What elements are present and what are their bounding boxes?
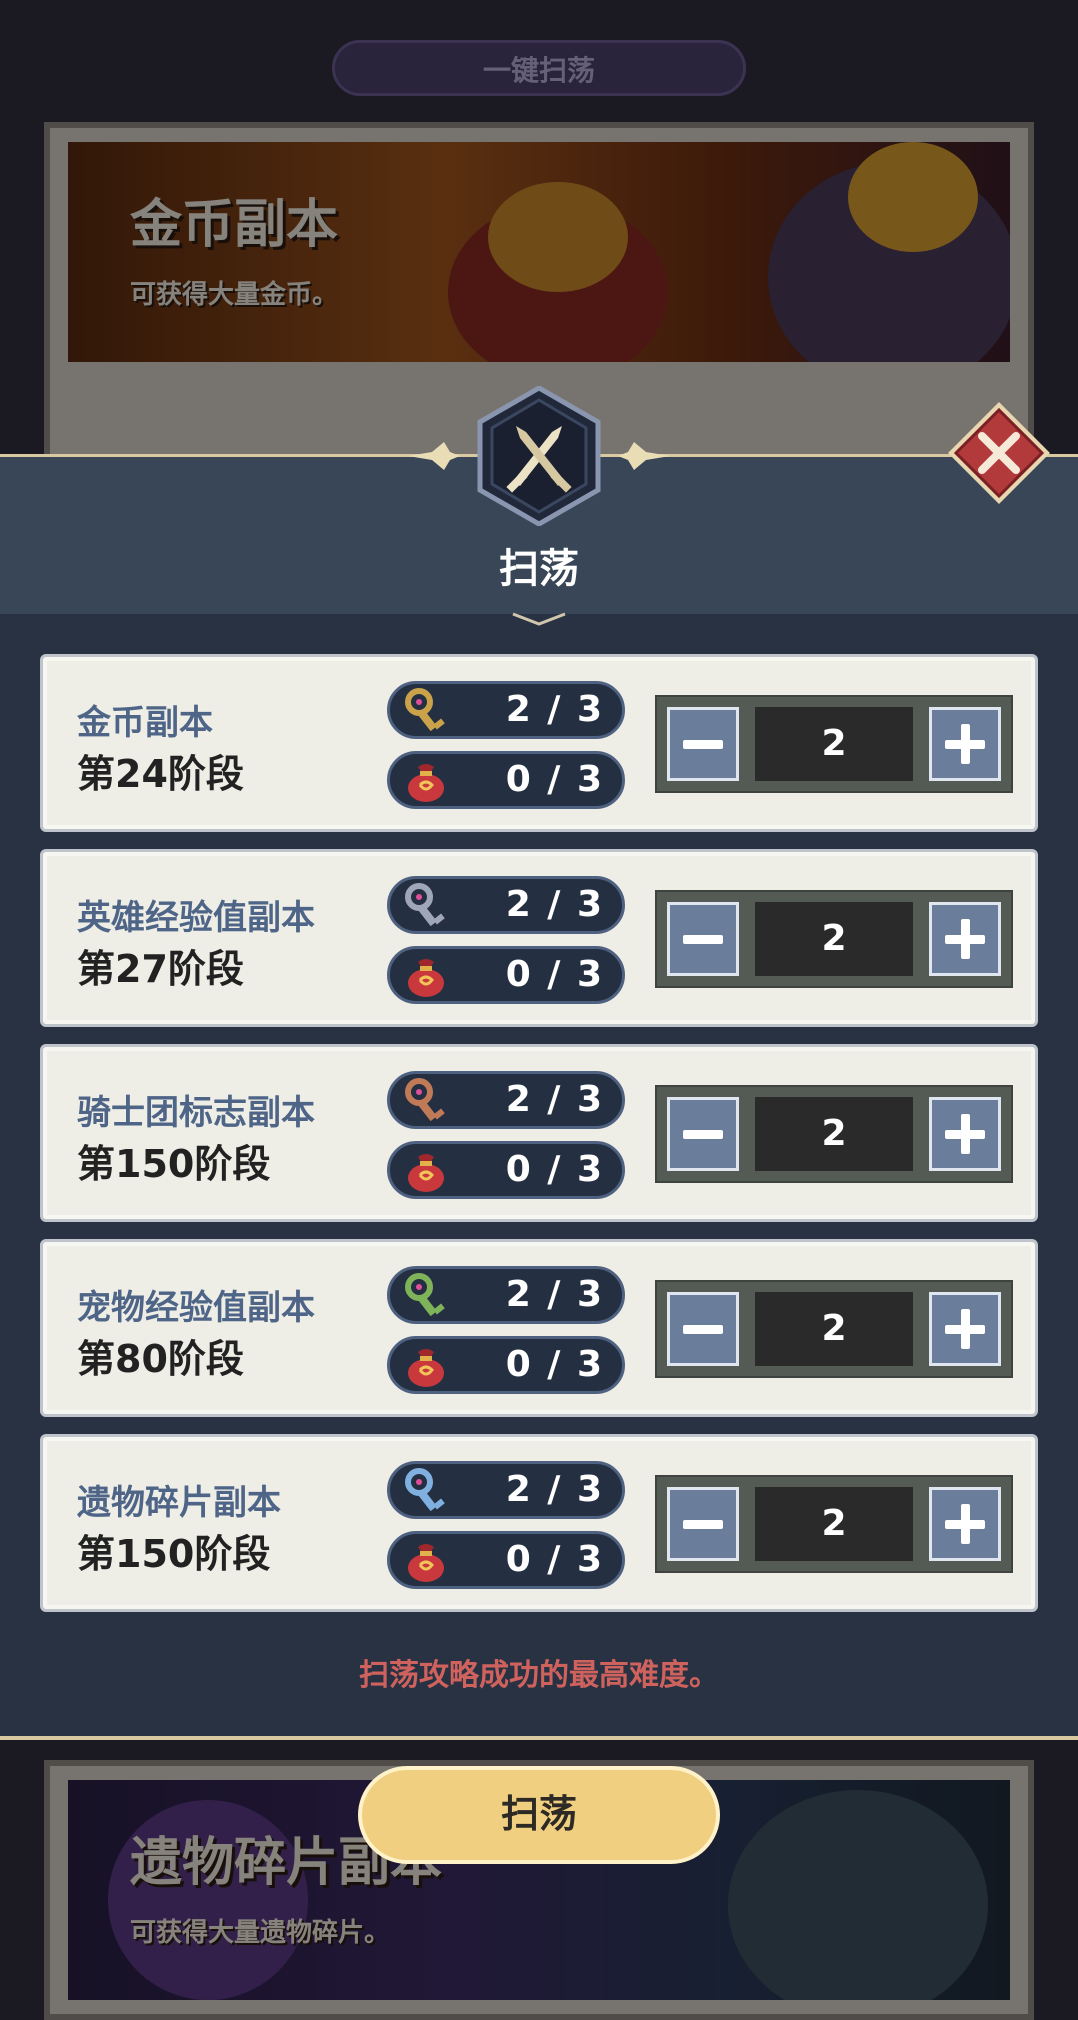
key-count-pill: 2 / 3 <box>387 1266 625 1324</box>
key-count-text: 2 / 3 <box>505 689 604 730</box>
bag-count-pill: 0 / 3 <box>387 1336 625 1394</box>
quantity-stepper: 2 <box>655 1280 1013 1378</box>
dungeon-row: 英雄经验值副本 第27阶段 2 / 3 0 / 3 2 <box>40 849 1038 1027</box>
blue-key-icon <box>405 1468 445 1512</box>
relic-dungeon-subtitle: 可获得大量遗物碎片。 <box>130 1918 391 1948</box>
bag-count-text: 0 / 3 <box>505 954 604 995</box>
increase-button[interactable] <box>929 1097 1001 1171</box>
lucky-bag-icon <box>408 764 444 802</box>
minus-icon <box>683 935 723 944</box>
bag-count-pill: 0 / 3 <box>387 1141 625 1199</box>
sweep-button[interactable]: 扫荡 <box>358 1766 720 1864</box>
gold-key-icon <box>405 688 445 732</box>
title-chevron-icon <box>512 612 566 626</box>
quantity-value: 2 <box>755 1097 913 1171</box>
bag-count-text: 0 / 3 <box>505 1149 604 1190</box>
decrease-button[interactable] <box>667 1487 739 1561</box>
key-count-pill: 2 / 3 <box>387 1461 625 1519</box>
quantity-stepper: 2 <box>655 890 1013 988</box>
dungeon-name: 骑士团标志副本 <box>77 1093 315 1133</box>
gold-dungeon-subtitle: 可获得大量金币。 <box>130 280 339 310</box>
quantity-stepper: 2 <box>655 695 1013 793</box>
bag-count-pill: 0 / 3 <box>387 751 625 809</box>
lucky-bag-icon <box>408 1349 444 1387</box>
increase-button[interactable] <box>929 902 1001 976</box>
key-count-text: 2 / 3 <box>505 1274 604 1315</box>
key-count-text: 2 / 3 <box>505 1469 604 1510</box>
dungeon-row: 骑士团标志副本 第150阶段 2 / 3 0 / 3 2 <box>40 1044 1038 1222</box>
key-count-pill: 2 / 3 <box>387 681 625 739</box>
dungeon-stage: 第24阶段 <box>77 752 244 796</box>
key-count-pill: 2 / 3 <box>387 1071 625 1129</box>
dungeon-row: 金币副本 第24阶段 2 / 3 0 / 3 2 <box>40 654 1038 832</box>
gold-dungeon-title: 金币副本 <box>130 195 339 255</box>
quantity-value: 2 <box>755 1487 913 1561</box>
bag-count-pill: 0 / 3 <box>387 1531 625 1589</box>
lucky-bag-icon <box>408 1544 444 1582</box>
dungeon-name: 金币副本 <box>77 703 213 743</box>
one-click-sweep-button: 一键扫荡 <box>332 40 746 96</box>
minus-icon <box>683 1130 723 1139</box>
key-count-text: 2 / 3 <box>505 1079 604 1120</box>
minus-icon <box>683 1325 723 1334</box>
quantity-value: 2 <box>755 707 913 781</box>
quantity-stepper: 2 <box>655 1475 1013 1573</box>
quantity-stepper: 2 <box>655 1085 1013 1183</box>
increase-button[interactable] <box>929 707 1001 781</box>
dungeon-name: 遗物碎片副本 <box>77 1483 281 1523</box>
silver-key-icon <box>405 883 445 927</box>
decrease-button[interactable] <box>667 902 739 976</box>
bag-count-pill: 0 / 3 <box>387 946 625 1004</box>
green-key-icon <box>405 1273 445 1317</box>
increase-button[interactable] <box>929 1292 1001 1366</box>
dungeon-name: 宠物经验值副本 <box>77 1288 315 1328</box>
decrease-button[interactable] <box>667 1097 739 1171</box>
dungeon-stage: 第80阶段 <box>77 1337 244 1381</box>
dungeon-row: 遗物碎片副本 第150阶段 2 / 3 0 / 3 2 <box>40 1434 1038 1612</box>
bag-count-text: 0 / 3 <box>505 759 604 800</box>
decrease-button[interactable] <box>667 707 739 781</box>
increase-button[interactable] <box>929 1487 1001 1561</box>
lucky-bag-icon <box>408 959 444 997</box>
minus-icon <box>683 740 723 749</box>
dungeon-stage: 第150阶段 <box>77 1142 271 1186</box>
key-count-text: 2 / 3 <box>505 884 604 925</box>
bag-count-text: 0 / 3 <box>505 1344 604 1385</box>
bronze-key-icon <box>405 1078 445 1122</box>
decrease-button[interactable] <box>667 1292 739 1366</box>
quantity-value: 2 <box>755 902 913 976</box>
dungeon-stage: 第150阶段 <box>77 1532 271 1576</box>
crossed-swords-emblem-icon <box>477 386 601 526</box>
modal-title: 扫荡 <box>499 546 579 592</box>
close-button[interactable] <box>946 400 1052 506</box>
bag-count-text: 0 / 3 <box>505 1539 604 1580</box>
dungeon-name: 英雄经验值副本 <box>77 898 315 938</box>
lucky-bag-icon <box>408 1154 444 1192</box>
minus-icon <box>683 1520 723 1529</box>
key-count-pill: 2 / 3 <box>387 876 625 934</box>
dungeon-stage: 第27阶段 <box>77 947 244 991</box>
quantity-value: 2 <box>755 1292 913 1366</box>
sweep-hint-text: 扫荡攻略成功的最高难度。 <box>359 1658 719 1693</box>
dungeon-row: 宠物经验值副本 第80阶段 2 / 3 0 / 3 2 <box>40 1239 1038 1417</box>
